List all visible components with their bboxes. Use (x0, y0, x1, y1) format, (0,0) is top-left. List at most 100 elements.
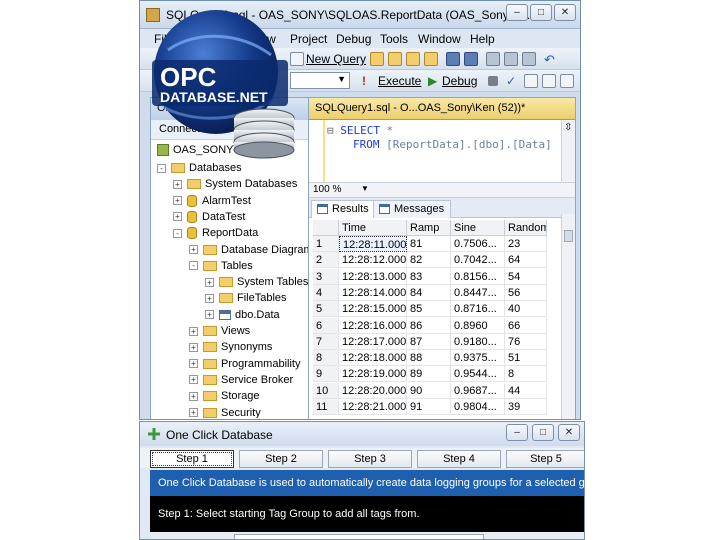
table-cell[interactable]: 76 (505, 333, 547, 350)
copy-icon[interactable] (504, 52, 518, 66)
table-cell[interactable]: 0.7506... (451, 236, 505, 252)
table-cell[interactable]: 12:28:15.000 (339, 301, 407, 318)
minimize-button[interactable]: – (506, 4, 528, 21)
expand-icon[interactable]: + (189, 375, 198, 385)
editor-scrollbar[interactable]: ⇳ (561, 120, 575, 182)
row-number[interactable]: 11 (313, 399, 339, 415)
tree-node[interactable]: + System Databases (173, 176, 297, 192)
table-cell[interactable]: 64 (505, 252, 547, 269)
menu-window[interactable]: Window (418, 32, 461, 46)
table-row[interactable]: 3 12:28:13.000 83 0.8156... 54 (313, 268, 561, 285)
collapse-icon[interactable]: - (189, 261, 198, 271)
cut-icon[interactable] (486, 52, 500, 66)
expand-icon[interactable]: + (189, 342, 198, 352)
table-row[interactable]: 5 12:28:15.000 85 0.8716... 40 (313, 301, 561, 318)
expand-icon[interactable]: + (205, 310, 214, 320)
stop-icon[interactable] (488, 76, 498, 86)
table-cell[interactable]: 83 (407, 268, 451, 285)
step-3-button[interactable]: Step 3 (328, 450, 412, 468)
expand-icon[interactable]: + (173, 179, 182, 189)
new-query-button[interactable]: New Query (306, 52, 366, 66)
zoom-level[interactable]: 100 % (313, 184, 341, 195)
step-4-button[interactable]: Step 4 (417, 450, 501, 468)
results-scrollbar[interactable] (561, 214, 575, 419)
table-cell[interactable]: 0.8960 (451, 317, 505, 334)
ocd-maximize-button[interactable]: □ (532, 424, 554, 441)
sql-code-editor[interactable]: ⊟ SELECT * FROM [ReportData].[dbo].[Data… (309, 120, 563, 182)
row-number[interactable]: 6 (313, 317, 339, 334)
table-cell[interactable]: 40 (505, 301, 547, 318)
row-number[interactable]: 7 (313, 333, 339, 350)
tree-node[interactable]: + Views (189, 323, 250, 339)
ocd-titlebar[interactable]: One Click Database – □ ✕ (140, 422, 584, 446)
table-cell[interactable]: 0.9544... (451, 366, 505, 383)
step-2-button[interactable]: Step 2 (239, 450, 323, 468)
close-button[interactable]: ✕ (554, 4, 576, 21)
tag-group-input[interactable] (234, 534, 484, 539)
table-cell[interactable]: 88 (407, 350, 451, 367)
tab-results[interactable]: Results (311, 200, 376, 218)
open-file-icon[interactable] (370, 52, 384, 66)
expand-icon[interactable]: + (173, 196, 182, 206)
table-cell[interactable]: 12:28:20.000 (339, 382, 407, 399)
table-cell[interactable]: 12:28:19.000 (339, 366, 407, 383)
table-cell[interactable]: 0.9180... (451, 333, 505, 350)
ocd-minimize-button[interactable]: – (506, 424, 528, 441)
tree-node[interactable]: + System Tables (205, 274, 308, 290)
expand-icon[interactable]: + (189, 359, 198, 369)
chevron-down-icon[interactable]: ▼ (361, 184, 369, 193)
scroll-thumb[interactable] (564, 230, 573, 242)
expand-icon[interactable]: + (189, 408, 198, 417)
maximize-button[interactable]: □ (530, 4, 552, 21)
step-1-button[interactable]: Step 1 (150, 450, 234, 468)
table-row[interactable]: 4 12:28:14.000 84 0.8447... 56 (313, 284, 561, 301)
table-row[interactable]: 1 12:28:11.000 81 0.7506... 23 (313, 236, 561, 252)
tree-node[interactable]: + Security (189, 405, 261, 418)
table-row[interactable]: 10 12:28:20.000 90 0.9687... 44 (313, 382, 561, 399)
table-cell[interactable]: 54 (505, 268, 547, 285)
query-tab[interactable]: SQLQuery1.sql - O...OAS_Sony\Ken (52))* (309, 98, 575, 120)
table-cell[interactable]: 91 (407, 399, 451, 415)
expand-icon[interactable]: + (205, 293, 214, 303)
table-cell[interactable]: 0.7042... (451, 252, 505, 269)
step-5-button[interactable]: Step 5 (506, 450, 584, 468)
table-cell[interactable]: 0.8156... (451, 268, 505, 285)
expand-icon[interactable]: + (205, 277, 214, 287)
include-plan-icon[interactable] (542, 74, 556, 88)
row-number[interactable]: 1 (313, 236, 339, 252)
save-icon[interactable] (446, 52, 460, 66)
table-row[interactable]: 11 12:28:21.000 91 0.9804... 39 (313, 399, 561, 415)
row-number[interactable]: 9 (313, 366, 339, 383)
table-row[interactable]: 9 12:28:19.000 89 0.9544... 8 (313, 366, 561, 383)
undo-icon[interactable]: ↶ (544, 52, 555, 68)
results-grid-icon[interactable] (524, 74, 538, 88)
collapse-icon[interactable]: - (157, 163, 166, 173)
table-row[interactable]: 2 12:28:12.000 82 0.7042... 64 (313, 252, 561, 269)
table-cell[interactable]: 12:28:18.000 (339, 350, 407, 367)
split-icon[interactable]: ⇳ (564, 122, 572, 133)
table-cell[interactable]: 0.8716... (451, 301, 505, 318)
table-cell[interactable]: 12:28:21.000 (339, 399, 407, 415)
table-cell[interactable]: 0.9804... (451, 399, 505, 415)
tree-node[interactable]: + Programmability (189, 356, 300, 372)
column-header[interactable]: Sine (451, 220, 505, 236)
table-cell[interactable]: 90 (407, 382, 451, 399)
row-number[interactable]: 3 (313, 268, 339, 285)
query-options-icon[interactable] (560, 74, 574, 88)
tree-node[interactable]: + Service Broker (189, 372, 293, 388)
table-cell[interactable]: 51 (505, 350, 547, 367)
tree-node[interactable]: + FileTables (205, 290, 287, 306)
tree-node[interactable]: + AlarmTest (173, 193, 251, 209)
table-row[interactable]: 6 12:28:16.000 86 0.8960 66 (313, 317, 561, 334)
table-cell[interactable]: 44 (505, 382, 547, 399)
menu-tools[interactable]: Tools (380, 32, 408, 46)
menu-debug[interactable]: Debug (336, 32, 371, 46)
table-cell[interactable]: 12:28:12.000 (339, 252, 407, 269)
column-header[interactable]: Ramp (407, 220, 451, 236)
open-project-icon[interactable] (388, 52, 402, 66)
tree-node[interactable]: - ReportData (173, 225, 258, 241)
table-cell[interactable]: 82 (407, 252, 451, 269)
collapse-marker[interactable]: ⊟ (327, 124, 334, 137)
column-header[interactable] (313, 220, 339, 236)
column-header[interactable]: Random (505, 220, 547, 236)
